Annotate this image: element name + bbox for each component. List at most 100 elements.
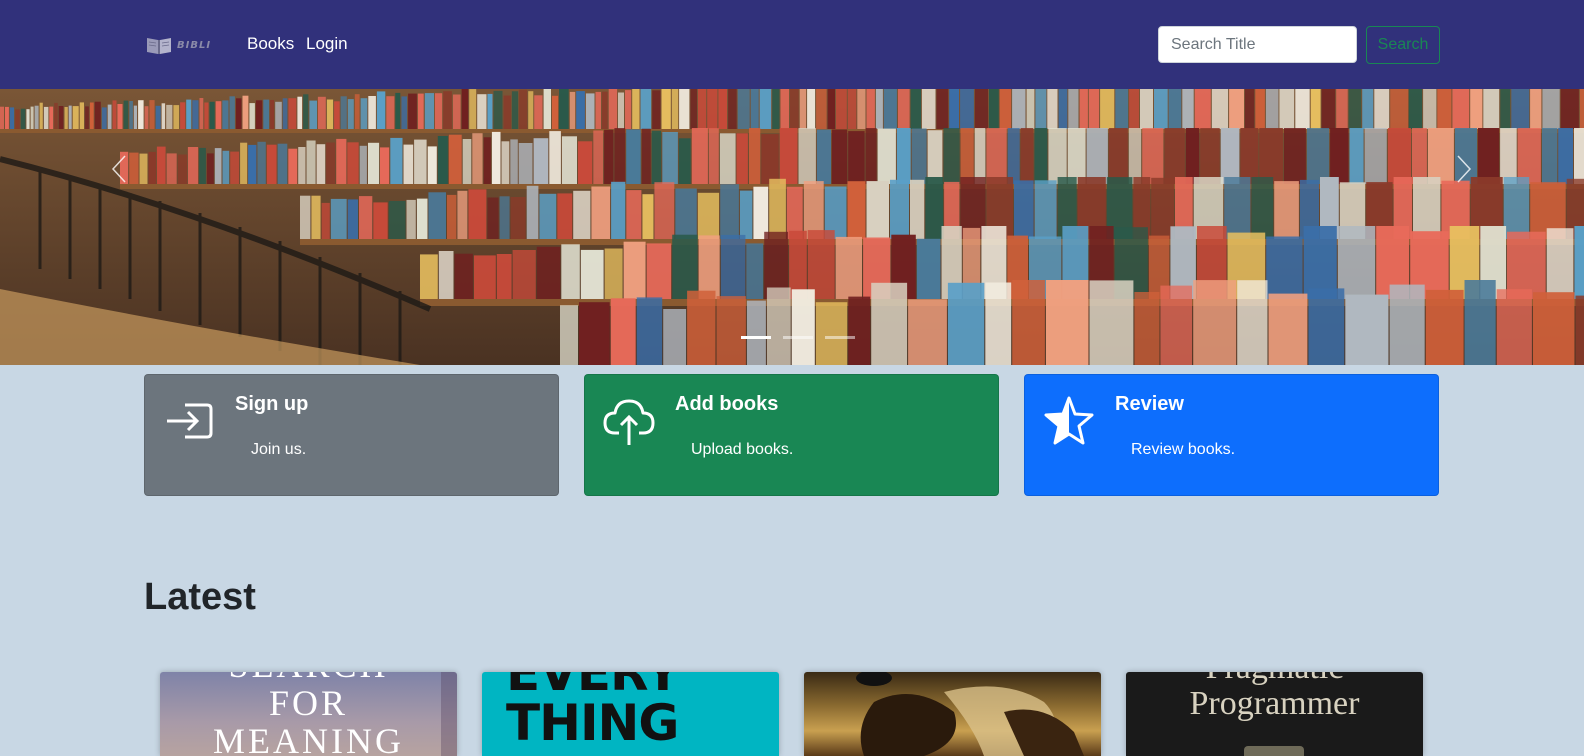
shelf-book-spine xyxy=(288,98,297,129)
shelf-book-spine xyxy=(604,248,623,299)
shelf-book-spine xyxy=(759,89,772,129)
shelf-book-spine xyxy=(753,186,769,239)
book-card[interactable]: EVERY THING xyxy=(482,672,779,756)
shelf-book-spine xyxy=(789,230,807,299)
shelf-book-spine xyxy=(949,89,959,129)
shelf-book-spine xyxy=(1268,293,1308,365)
shelf-book-spine xyxy=(791,289,815,365)
shelf-book-spine xyxy=(1496,289,1532,365)
carousel-indicator-3[interactable] xyxy=(825,336,855,339)
shelf-book-spine xyxy=(761,134,779,184)
shelf-book-spine xyxy=(718,89,727,129)
shelf-book-spine xyxy=(491,131,501,184)
nav-link-login[interactable]: Login xyxy=(306,34,348,54)
shelf-book-spine xyxy=(539,193,557,239)
shelf-book-spine xyxy=(133,105,137,129)
shelf-book-spine xyxy=(663,309,687,365)
shelf-book-spine xyxy=(311,195,321,239)
shelf-book-spine xyxy=(883,89,897,129)
shelf-book-spine xyxy=(697,192,720,239)
shelf-book-spine xyxy=(549,131,561,184)
carousel-indicator-1[interactable] xyxy=(741,336,771,339)
shelf-book-spine xyxy=(454,253,473,299)
shelf-book-spine xyxy=(112,100,117,129)
shelf-book-spine xyxy=(552,95,559,129)
shelf-book-spine xyxy=(282,98,288,129)
shelf-book-spine xyxy=(1483,89,1500,129)
carousel-prev-button[interactable] xyxy=(104,149,134,189)
shelf-book-spine xyxy=(326,99,334,129)
shelf-book-spine xyxy=(1330,128,1349,184)
shelf-book-spine xyxy=(303,94,309,129)
shelf-book-spine xyxy=(1306,128,1330,184)
shelf-book-spine xyxy=(1266,236,1303,299)
star-half-icon xyxy=(1044,396,1094,445)
shelf-book-spine xyxy=(974,128,986,184)
shelf-book-spine xyxy=(687,290,716,365)
shelf-book-spine xyxy=(557,193,573,239)
book-card[interactable]: SEARCH FOR MEANING xyxy=(160,672,457,756)
shelf-book-spine xyxy=(698,235,720,299)
shelf-book-spine xyxy=(192,100,199,129)
shelf-book-spine xyxy=(632,89,640,129)
shelf-book-spine xyxy=(209,101,215,129)
shelf-book-spine xyxy=(1546,228,1574,299)
shelf-book-spine xyxy=(1182,89,1194,129)
shelf-book-spine xyxy=(149,100,155,129)
latest-heading: Latest xyxy=(144,576,256,618)
shelf-book-spine xyxy=(448,134,462,184)
shelf-book-spine xyxy=(326,142,336,184)
shelf-book-spine xyxy=(468,189,487,239)
shelf-book-spine xyxy=(461,89,469,129)
shelf-book-spine xyxy=(1321,89,1336,129)
shelf-book-spine xyxy=(229,96,235,129)
shelf-book-spine xyxy=(1337,226,1376,299)
shelf-book-spine xyxy=(26,109,30,129)
shelf-book-spine xyxy=(499,196,510,239)
shelf-book-spine xyxy=(129,101,133,129)
search-input[interactable] xyxy=(1158,26,1357,63)
shelf-book-spine xyxy=(266,144,277,184)
shelf-book-spine xyxy=(936,89,949,129)
feature-card-add-books[interactable]: Add books Upload books. xyxy=(584,374,999,496)
shelf-book-spine xyxy=(275,101,282,129)
shelf-book-spine xyxy=(750,89,759,129)
shelf-book-spine xyxy=(257,141,266,184)
shelf-book-spine xyxy=(746,300,766,365)
nav-link-books[interactable]: Books xyxy=(247,34,294,54)
book-card[interactable]: Pragmatic Programmer xyxy=(1126,672,1423,756)
shelf-book-spine xyxy=(493,90,503,129)
shelf-book-spine xyxy=(199,147,206,184)
shelf-book-spine xyxy=(1575,295,1584,365)
shelf-book-spine xyxy=(848,296,871,365)
shelf-book-spine xyxy=(30,106,34,129)
shelf-book-spine xyxy=(1194,89,1211,129)
shelf-book-spine xyxy=(230,151,240,184)
book-card[interactable] xyxy=(804,672,1101,756)
shelf-book-spine xyxy=(1193,280,1237,365)
feature-card-review[interactable]: Review Review books. xyxy=(1024,374,1439,496)
search-button[interactable]: Search xyxy=(1366,26,1440,64)
shelf-book-spine xyxy=(214,148,222,184)
shelf-book-spine xyxy=(559,89,569,129)
shelf-book-spine xyxy=(1142,128,1164,184)
shelf-book-spine xyxy=(107,104,112,129)
shelf-book-spine xyxy=(1129,89,1139,129)
feature-card-sign-up[interactable]: Sign up Join us. xyxy=(144,374,559,496)
shelf-book-spine xyxy=(473,255,496,299)
shelf-book-spine xyxy=(578,141,593,184)
shelf-book-spine xyxy=(1079,89,1088,129)
shelf-book-spine xyxy=(510,139,518,184)
shelf-book-spine xyxy=(390,137,403,184)
shelf-book-spine xyxy=(614,128,626,184)
shelf-book-spine xyxy=(875,89,883,129)
shelf-book-spine xyxy=(626,129,641,184)
shelf-book-spine xyxy=(347,199,358,239)
shelf-book-spine xyxy=(591,186,611,239)
shelf-book-spine xyxy=(472,133,483,184)
carousel-next-button[interactable] xyxy=(1449,149,1479,189)
brand-logo[interactable]: BIBLI xyxy=(145,33,217,57)
shelf-book-spine xyxy=(593,130,604,184)
carousel-indicator-2[interactable] xyxy=(783,336,813,339)
shelf-book-spine xyxy=(298,147,306,184)
